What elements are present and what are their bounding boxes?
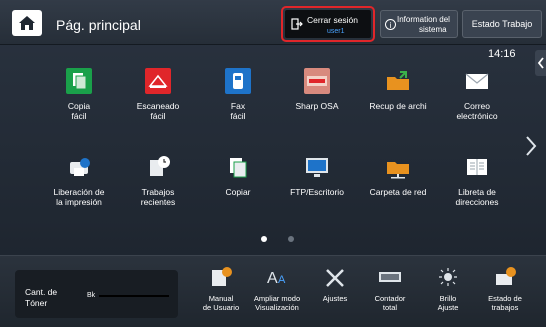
bottom-label: Estado de (488, 294, 522, 303)
fax-icon (225, 68, 251, 94)
tile-copiar[interactable]: Copiar (204, 154, 272, 197)
chevron-left-icon (537, 57, 544, 69)
tile-label: Libreta de (458, 187, 496, 197)
tile-liberacion-impresion[interactable]: Liberación de la impresión (45, 154, 113, 207)
copier-icon (225, 154, 251, 180)
tile-label-2: fácil (150, 111, 166, 121)
user-manual-button[interactable]: Manual de Usuario (189, 266, 253, 312)
system-info-button[interactable]: i Information del sistema (380, 10, 458, 38)
brightness-icon (436, 266, 460, 288)
bottom-label: Contador (374, 294, 406, 303)
chevron-right-icon (526, 136, 537, 156)
tile-fax-facil[interactable]: Fax fácil (204, 68, 272, 121)
tile-label: Carpeta de red (369, 187, 427, 197)
bottom-label: Ampliar modo (253, 294, 301, 303)
tile-label: Trabajos (141, 187, 175, 197)
osa-icon (304, 68, 330, 94)
tile-label: Liberación de (53, 187, 105, 197)
print-release-icon (66, 154, 92, 180)
job-status-button[interactable]: Estado Trabajo (462, 10, 542, 38)
home-button[interactable] (12, 10, 42, 36)
tile-label: Correo (464, 101, 490, 111)
tile-trabajos-recientes[interactable]: Trabajos recientes (124, 154, 192, 207)
user-name: user1 (327, 28, 345, 35)
toner-label-1: Cant. de (25, 287, 58, 297)
address-book-icon (464, 154, 490, 180)
side-panel-tab[interactable] (535, 50, 546, 76)
toner-level-bar (99, 295, 169, 297)
page-title: Pág. principal (56, 17, 141, 33)
tile-sharp-osa[interactable]: Sharp OSA (283, 68, 351, 111)
tile-label-2: direcciones (455, 197, 499, 207)
bottom-label: Ajustes (322, 294, 348, 303)
tile-label: Escaneado (136, 101, 180, 111)
bottom-label-2: Visualización (255, 303, 299, 312)
folder-retrieve-icon (385, 68, 411, 94)
tile-label-2: electrónico (456, 111, 498, 121)
job-status-bottom-button[interactable]: Estado de trabajos (473, 266, 537, 312)
clock: 14:16 (488, 48, 516, 60)
tile-label: FTP/Escritorio (290, 187, 344, 197)
home-icon (19, 16, 35, 30)
toner-label-2: Tóner (25, 298, 48, 308)
logout-icon (291, 18, 303, 30)
info-icon: i (385, 19, 396, 30)
toner-color-label: Bk (87, 292, 96, 299)
scan-icon (145, 68, 171, 94)
tile-label-2: fácil (71, 111, 87, 121)
mail-icon (464, 68, 490, 94)
system-info-label-2: sistema (419, 25, 447, 34)
bottom-label-2: total (382, 303, 398, 312)
display-mode-button[interactable]: AA Ampliar modo Visualización (245, 266, 309, 312)
tile-escaneado-facil[interactable]: Escaneado fácil (124, 68, 192, 121)
tile-recup-de-archi[interactable]: Recup de archi (364, 68, 432, 111)
tile-label: Copia (67, 101, 91, 111)
tile-correo-electronico[interactable]: Correo electrónico (443, 68, 511, 121)
tile-label: Fax (230, 101, 246, 111)
logout-label: Cerrar sesión (307, 15, 359, 25)
counter-icon (378, 266, 402, 288)
toner-status: Cant. de Tóner Bk (15, 270, 178, 318)
ftp-desktop-icon (304, 154, 330, 180)
system-info-label-1: Information del (397, 15, 450, 24)
text-size-icon: AA (265, 266, 289, 288)
next-page-button[interactable] (523, 134, 539, 158)
tile-label: Recup de archi (369, 101, 427, 111)
logout-button[interactable]: Cerrar sesión user1 (285, 10, 371, 38)
tools-icon (323, 266, 347, 288)
tile-label-2: recientes (140, 197, 176, 207)
brightness-button[interactable]: Brillo Ajuste (416, 266, 480, 312)
network-folder-icon (385, 154, 411, 180)
bottom-label-2: trabajos (491, 303, 519, 312)
total-counter-button[interactable]: Contador total (358, 266, 422, 312)
copy-icon (66, 68, 92, 94)
tile-ftp-escritorio[interactable]: FTP/Escritorio (283, 154, 351, 197)
printer-home-screen: Pág. principal Cerrar sesión user1 i Inf… (0, 0, 546, 327)
top-bar: Pág. principal Cerrar sesión user1 i Inf… (0, 0, 546, 45)
page-dot[interactable] (288, 236, 294, 242)
tile-label-2: la impresión (56, 197, 102, 207)
page-dot-active[interactable] (261, 236, 267, 242)
tile-libreta-direcciones[interactable]: Libreta de direcciones (443, 154, 511, 207)
bottom-label-2: Ajuste (437, 303, 459, 312)
bottom-label: Brillo (439, 294, 457, 303)
job-status-icon (493, 266, 517, 288)
recent-jobs-icon (145, 154, 171, 180)
tile-copia-facil[interactable]: Copia fácil (45, 68, 113, 121)
bottom-label-2: de Usuario (202, 303, 240, 312)
bottom-bar: Cant. de Tóner Bk Manual de Usuario AA Am… (0, 255, 546, 327)
svg-text:A: A (267, 270, 278, 287)
bottom-label: Manual (208, 294, 234, 303)
tile-carpeta-de-red[interactable]: Carpeta de red (364, 154, 432, 197)
tile-label: Sharp OSA (295, 101, 339, 111)
svg-text:A: A (278, 274, 286, 286)
tile-label-2: fácil (230, 111, 246, 121)
tile-label: Copiar (225, 187, 251, 197)
manual-icon (209, 266, 233, 288)
